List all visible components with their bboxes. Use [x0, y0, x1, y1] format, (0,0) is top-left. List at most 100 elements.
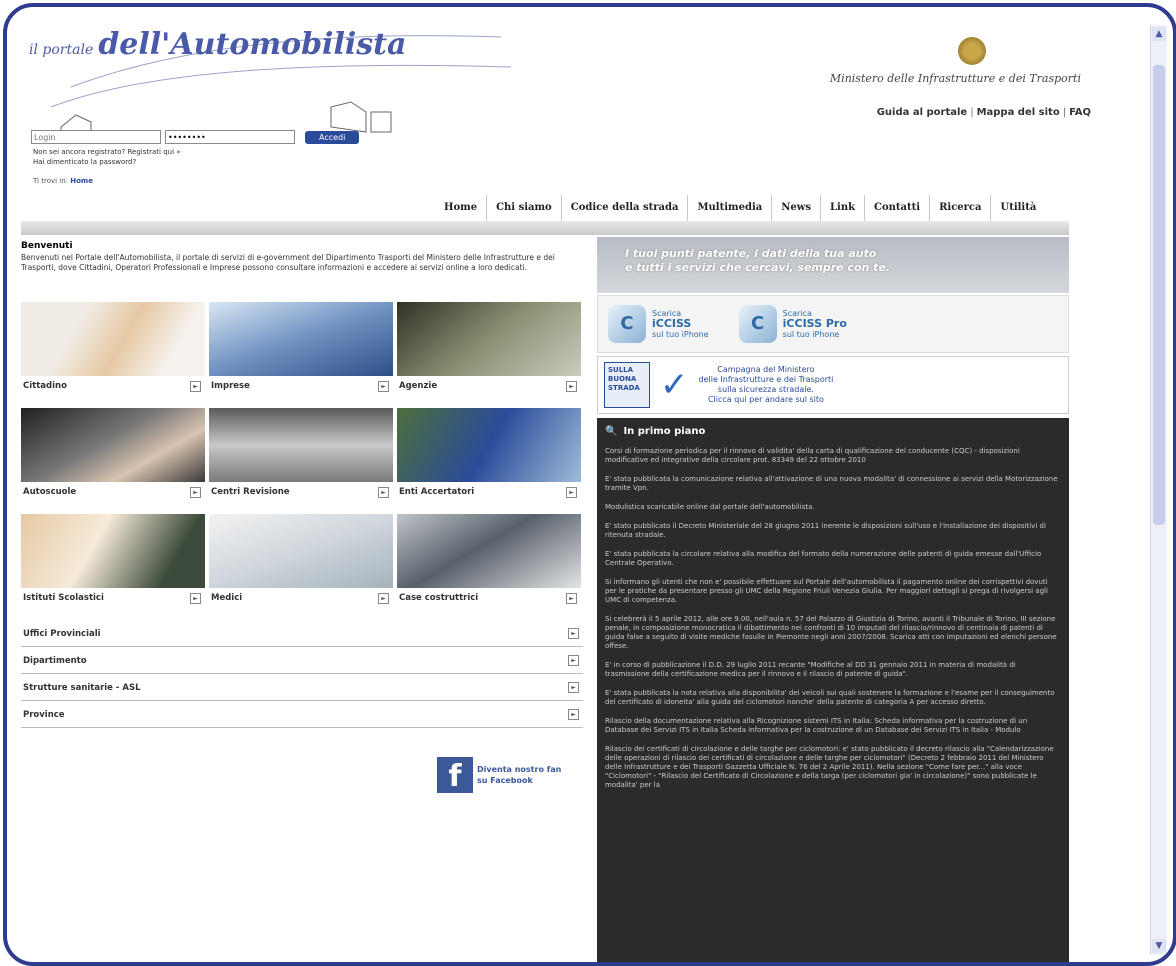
arrow-right-icon[interactable]: ►: [566, 592, 577, 604]
app-iccss-pro-link[interactable]: C Scarica iCCISS Pro sul tuo iPhone: [738, 305, 847, 343]
arrow-right-icon[interactable]: ►: [568, 655, 579, 666]
arrow-right-icon[interactable]: ►: [378, 380, 389, 392]
arrow-right-icon[interactable]: ►: [378, 592, 389, 604]
news-item[interactable]: Si celebrerà il 5 aprile 2012, alle ore …: [605, 615, 1061, 651]
app1-sub: sul tuo iPhone: [652, 329, 709, 339]
login-input[interactable]: [31, 130, 161, 144]
tile-imprese[interactable]: Imprese ►: [209, 302, 393, 396]
tile-medici[interactable]: Medici ►: [209, 514, 393, 608]
register-link[interactable]: Non sei ancora registrato? Registrati qu…: [33, 147, 181, 157]
tile-case-costruttrici[interactable]: Case costruttrici ►: [397, 514, 581, 608]
photo-enti-accertatori: [397, 408, 581, 482]
news-panel: 🔍 In primo piano Corsi di formazione peri…: [597, 418, 1069, 962]
password-input[interactable]: [165, 130, 295, 144]
breadcrumb-home[interactable]: Home: [70, 177, 93, 185]
right-column: I tuoi punti patente, i dati della tua a…: [597, 237, 1069, 962]
tile-cittadino[interactable]: Cittadino ►: [21, 302, 205, 396]
browser-frame: il portale dell'Automobilista Ministero …: [3, 3, 1176, 966]
campaign-line4[interactable]: Clicca qui per andare sul sito: [699, 395, 834, 405]
forgot-password-link[interactable]: Hai dimenticato la password?: [33, 157, 181, 167]
guide-link[interactable]: Guida al portale: [877, 107, 968, 118]
login-links: Non sei ancora registrato? Registrati qu…: [33, 147, 181, 167]
tile-enti-accertatori[interactable]: Enti Accertatori ►: [397, 408, 581, 502]
nav-home[interactable]: Home: [435, 195, 488, 221]
sitemap-link[interactable]: Mappa del sito: [977, 107, 1060, 118]
accordion-dipartimento[interactable]: Dipartimento ►: [21, 648, 583, 674]
tile-label: Imprese: [211, 381, 250, 391]
news-item[interactable]: Modulistica scaricabile online dal porta…: [605, 503, 1061, 512]
news-item[interactable]: Rilascio dei certificati di circolazione…: [605, 745, 1061, 790]
accordion-province[interactable]: Province ►: [21, 702, 583, 728]
banner-line1: I tuoi punti patente, i dati della tua a…: [625, 247, 877, 260]
news-item[interactable]: E' stata pubblicata la nota relativa all…: [605, 689, 1061, 707]
welcome-title: Benvenuti: [21, 241, 73, 251]
republic-emblem-icon: [958, 37, 986, 65]
checkmark-icon: ✓: [660, 365, 689, 405]
safety-campaign-banner[interactable]: SULLA BUONA STRADA ✓ Campagna del Minist…: [597, 356, 1069, 414]
arrow-right-icon[interactable]: ►: [190, 592, 201, 604]
promo-banner[interactable]: I tuoi punti patente, i dati della tua a…: [597, 237, 1069, 293]
news-item[interactable]: E' in corso di pubblicazione il D.D. 29 …: [605, 661, 1061, 679]
header: il portale dell'Automobilista Ministero …: [21, 17, 1111, 197]
tile-agenzie[interactable]: Agenzie ►: [397, 302, 581, 396]
news-item[interactable]: E' stato pubblicato il Decreto Ministeri…: [605, 522, 1061, 540]
photo-agenzie: [397, 302, 581, 376]
top-links: Guida al portale | Mappa del sito | FAQ: [877, 107, 1091, 118]
news-item[interactable]: Corsi di formazione periodica per il rin…: [605, 447, 1061, 465]
welcome-section: Benvenuti Benvenuti nel Portale dell'Aut…: [21, 241, 581, 273]
app2-name: iCCISS Pro: [782, 316, 847, 330]
arrow-right-icon[interactable]: ►: [568, 682, 579, 693]
accordion-uffici-provinciali[interactable]: Uffici Provinciali ►: [21, 621, 583, 647]
nav-multimedia[interactable]: Multimedia: [688, 195, 773, 221]
tile-label: Medici: [211, 593, 243, 603]
nav-bar-strip: [21, 221, 1069, 235]
app-download-banner: C Scarica iCCISS sul tuo iPhone C Scaric…: [597, 295, 1069, 353]
news-item[interactable]: E' stata pubblicata la circolare relativ…: [605, 550, 1061, 568]
scroll-up-icon[interactable]: ▲: [1152, 27, 1166, 41]
nav-codice-strada[interactable]: Codice della strada: [562, 195, 689, 221]
login-button[interactable]: Accedi: [305, 130, 360, 144]
tile-istituti-scolastici[interactable]: Istituti Scolastici ►: [21, 514, 205, 608]
site-logo[interactable]: il portale dell'Automobilista: [29, 27, 406, 62]
ministry-name[interactable]: Ministero delle Infrastrutture e dei Tra…: [830, 72, 1081, 85]
accordion-label: Uffici Provinciali: [23, 628, 101, 639]
news-item[interactable]: E' stata pubblicata la comunicazione rel…: [605, 475, 1061, 493]
vertical-scrollbar[interactable]: ▲ ▼: [1150, 25, 1167, 955]
login-form: Accedi: [31, 130, 360, 144]
tile-label: Cittadino: [23, 381, 67, 391]
arrow-right-icon[interactable]: ►: [190, 380, 201, 392]
news-item[interactable]: Rilascio della documentazione relativa a…: [605, 717, 1061, 735]
photo-autoscuole: [21, 408, 205, 482]
page: il portale dell'Automobilista Ministero …: [21, 17, 1111, 962]
tile-label: Case costruttrici: [399, 593, 479, 603]
facebook-fan-link[interactable]: f Diventa nostro fan su Facebook: [437, 757, 561, 794]
tile-autoscuole[interactable]: Autoscuole ►: [21, 408, 205, 502]
tile-centri-revisione[interactable]: Centri Revisione ►: [209, 408, 393, 502]
arrow-right-icon[interactable]: ►: [566, 380, 577, 392]
sulla-buona-strada-logo: SULLA BUONA STRADA: [604, 362, 650, 408]
app-iccss-link[interactable]: C Scarica iCCISS sul tuo iPhone: [608, 305, 709, 343]
arrow-right-icon[interactable]: ►: [378, 486, 389, 498]
main-nav: Home Chi siamo Codice della strada Multi…: [435, 195, 1070, 221]
arrow-right-icon[interactable]: ►: [568, 628, 579, 639]
app2-sub: sul tuo iPhone: [782, 329, 840, 339]
arrow-right-icon[interactable]: ►: [566, 486, 577, 498]
scroll-thumb[interactable]: [1153, 65, 1165, 525]
magnifier-icon: 🔍: [605, 426, 618, 437]
nav-chi-siamo[interactable]: Chi siamo: [487, 195, 562, 221]
arrow-right-icon[interactable]: ►: [568, 709, 579, 720]
faq-link[interactable]: FAQ: [1069, 107, 1091, 118]
arrow-right-icon[interactable]: ►: [190, 486, 201, 498]
welcome-text: Benvenuti nel Portale dell'Automobilista…: [21, 253, 555, 272]
tile-label: Istituti Scolastici: [23, 593, 104, 603]
news-item[interactable]: Si informano gli utenti che non e' possi…: [605, 578, 1061, 605]
nav-contatti[interactable]: Contatti: [865, 195, 931, 221]
campaign-line2: delle Infrastrutture e dei Trasporti: [698, 375, 834, 384]
scroll-down-icon[interactable]: ▼: [1152, 939, 1166, 953]
accordion-strutture-sanitarie[interactable]: Strutture sanitarie - ASL ►: [21, 675, 583, 701]
nav-utilita[interactable]: Utilità: [991, 195, 1045, 221]
nav-link[interactable]: Link: [821, 195, 866, 221]
nav-ricerca[interactable]: Ricerca: [930, 195, 992, 221]
link-separator: |: [970, 107, 974, 118]
nav-news[interactable]: News: [772, 195, 821, 221]
